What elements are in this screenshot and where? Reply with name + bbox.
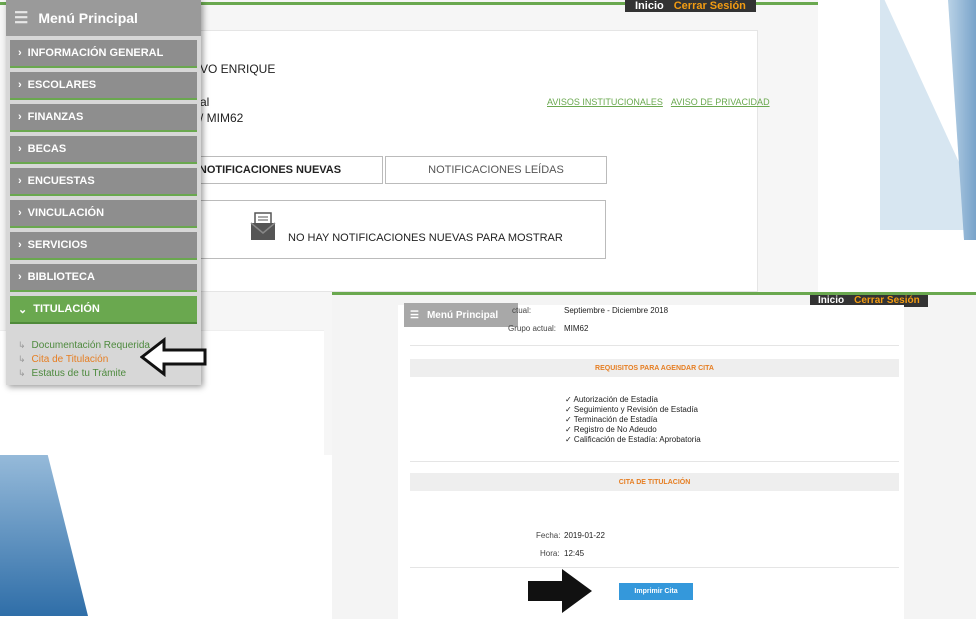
screenshot-appointment: Inicio Cerrar Sesión ☰ Menú Principal ct…: [332, 292, 976, 619]
menu-item-label: TITULACIÓN: [33, 303, 100, 315]
aviso-privacidad-link[interactable]: AVISO DE PRIVACIDAD: [671, 97, 770, 107]
requirement-item: ✓ Seguimiento y Revisión de Estadía: [565, 405, 698, 414]
header-links: AVISOS INSTITUCIONALES AVISO DE PRIVACID…: [547, 97, 776, 107]
chevron-right-icon: ›: [18, 111, 22, 123]
menu-item-informacion-general[interactable]: › INFORMACIÓN GENERAL: [10, 40, 197, 68]
subitem-arrow-icon: ↳: [18, 339, 26, 350]
avisos-institucionales-link[interactable]: AVISOS INSTITUCIONALES: [547, 97, 663, 107]
requirement-item: ✓ Autorización de Estadía: [565, 395, 658, 404]
menu-item-vinculacion[interactable]: › VINCULACIÓN: [10, 200, 197, 228]
group-value: MIM62: [564, 324, 589, 333]
chevron-down-icon: ⌄: [18, 303, 28, 316]
menu-item-escolares[interactable]: › ESCOLARES: [10, 72, 197, 100]
menu-item-label: SERVICIOS: [27, 239, 88, 251]
tab-read-notifications[interactable]: NOTIFICACIONES LEÍDAS: [385, 156, 607, 184]
date-label: Fecha:: [536, 531, 561, 540]
menu-item-encuestas[interactable]: › ENCUESTAS: [10, 168, 197, 196]
period-value: Septiembre - Diciembre 2018: [564, 306, 669, 315]
envelope-icon: [250, 212, 276, 240]
requirement-item: ✓ Registro de No Adeudo: [565, 425, 657, 434]
notification-tabs: NOTIFICACIONES NUEVAS NOTIFICACIONES LEÍ…: [157, 156, 607, 184]
menu-item-label: FINANZAS: [27, 111, 84, 123]
chevron-right-icon: ›: [18, 143, 22, 155]
subitem-arrow-icon: ↳: [18, 353, 26, 364]
print-appointment-button[interactable]: Imprimir Cita: [619, 583, 693, 600]
menu-item-titulacion[interactable]: ⌄ TITULACIÓN: [10, 296, 197, 324]
menu-item-label: BIBLIOTECA: [27, 271, 95, 283]
pointer-arrow-solid-icon: [528, 569, 592, 613]
student-info-line: al: [200, 95, 210, 109]
divider: [410, 567, 899, 568]
menu-item-biblioteca[interactable]: › BIBLIOTECA: [10, 264, 197, 292]
home-link[interactable]: Inicio: [635, 0, 664, 12]
menu-item-label: BECAS: [27, 143, 67, 155]
menu-item-servicios[interactable]: › SERVICIOS: [10, 232, 197, 260]
menu-item-becas[interactable]: › BECAS: [10, 136, 197, 164]
date-value: 2019-01-22: [564, 531, 605, 540]
appointment-card: [398, 305, 904, 619]
menu-items: › INFORMACIÓN GENERAL › ESCOLARES › FINANZA…: [6, 36, 201, 324]
top-nav: Inicio Cerrar Sesión: [625, 0, 756, 12]
divider: [410, 461, 899, 462]
chevron-right-icon: ›: [18, 271, 22, 283]
chevron-right-icon: ›: [18, 207, 22, 219]
time-value: 12:45: [564, 549, 585, 558]
group-label: Grupo actual:: [508, 324, 557, 333]
divider: [410, 345, 899, 346]
requirement-item: ✓ Calificación de Estadía: Aprobatoria: [565, 435, 701, 444]
notification-panel: NO HAY NOTIFICACIONES NUEVAS PARA MOSTRA…: [157, 200, 606, 259]
requirements-list: ✓ Autorización de Estadía ✓ Seguimiento …: [565, 395, 701, 445]
collapsed-menu[interactable]: ☰ Menú Principal: [404, 303, 518, 327]
chevron-right-icon: ›: [18, 239, 22, 251]
requirement-item: ✓ Terminación de Estadía: [565, 415, 658, 424]
submenu-item-label: Estatus de tu Trámite: [31, 367, 127, 379]
chevron-right-icon: ›: [18, 175, 22, 187]
empty-notifications-text: NO HAY NOTIFICACIONES NUEVAS PARA MOSTRA…: [288, 232, 563, 244]
hamburger-icon[interactable]: ☰: [410, 310, 419, 321]
student-group: / MIM62: [200, 111, 244, 125]
requirements-header: REQUISITOS PARA AGENDAR CITA: [410, 359, 899, 377]
menu-item-label: INFORMACIÓN GENERAL: [27, 47, 164, 59]
hamburger-icon[interactable]: ☰: [14, 8, 28, 28]
logout-link[interactable]: Cerrar Sesión: [674, 0, 746, 12]
menu-item-label: ENCUESTAS: [27, 175, 95, 187]
subitem-arrow-icon: ↳: [18, 367, 26, 378]
main-menu: ☰ Menú Principal › INFORMACIÓN GENERAL › E…: [6, 0, 201, 385]
chevron-right-icon: ›: [18, 79, 22, 91]
period-label: ctual:: [512, 306, 532, 315]
submenu-item-label: Cita de Titulación: [31, 353, 109, 365]
appointment-header: CITA DE TITULACIÓN: [410, 473, 899, 491]
student-name: VO ENRIQUE: [200, 62, 276, 76]
pointer-arrow-outline-icon: [140, 337, 207, 377]
menu-item-label: VINCULACIÓN: [27, 207, 105, 219]
menu-item-label: ESCOLARES: [27, 79, 97, 91]
menu-header[interactable]: ☰ Menú Principal: [6, 0, 201, 36]
time-label: Hora:: [540, 549, 560, 558]
menu-item-finanzas[interactable]: › FINANZAS: [10, 104, 197, 132]
chevron-right-icon: ›: [18, 47, 22, 59]
menu-title-2: Menú Principal: [426, 309, 499, 321]
menu-title: Menú Principal: [38, 10, 138, 26]
submenu-item-label: Documentación Requerida: [31, 339, 150, 351]
decor-shape-left: [0, 440, 88, 616]
